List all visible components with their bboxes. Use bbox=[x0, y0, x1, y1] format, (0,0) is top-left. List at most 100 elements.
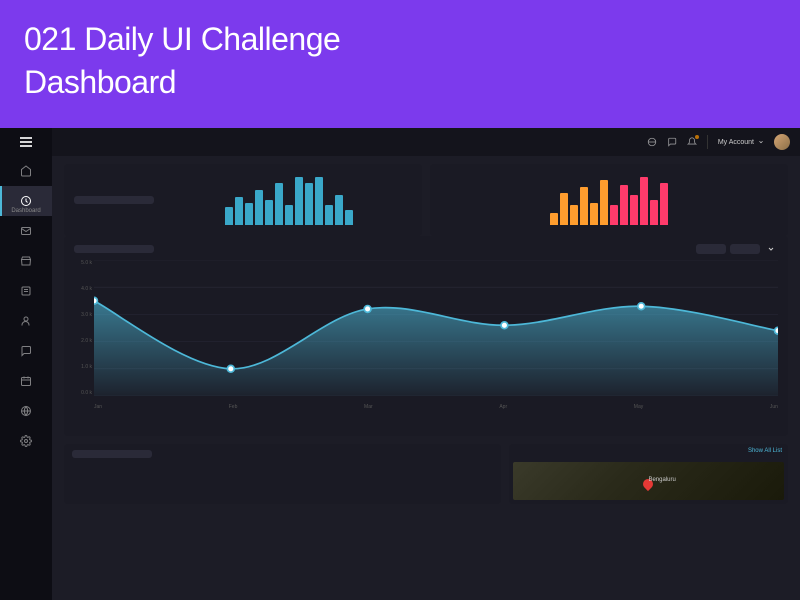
divider bbox=[707, 135, 708, 149]
x-tick: Apr bbox=[499, 404, 507, 410]
chart-title-placeholder bbox=[74, 245, 154, 253]
x-tick: Jan bbox=[94, 404, 102, 410]
y-tick: 3.0 k bbox=[74, 312, 92, 318]
bottom-title-placeholder bbox=[72, 450, 152, 458]
home-icon bbox=[20, 165, 32, 177]
x-tick: Feb bbox=[229, 404, 238, 410]
bar bbox=[570, 205, 578, 225]
map[interactable]: Bengaluru bbox=[513, 462, 784, 500]
list-icon bbox=[20, 285, 32, 297]
notification-badge bbox=[695, 135, 699, 139]
bar bbox=[325, 205, 333, 225]
bottom-row: Show All List Bengaluru bbox=[64, 444, 788, 504]
bar bbox=[305, 183, 313, 225]
sidebar-item-inbox[interactable] bbox=[0, 216, 52, 246]
globe-icon bbox=[20, 405, 32, 417]
bar bbox=[560, 193, 568, 225]
x-tick: May bbox=[634, 404, 643, 410]
data-point[interactable] bbox=[638, 303, 645, 310]
banner-line1: 021 Daily UI Challenge bbox=[24, 21, 340, 57]
chat-icon bbox=[20, 345, 32, 357]
data-point[interactable] bbox=[364, 306, 371, 313]
hamburger-button[interactable] bbox=[0, 128, 52, 156]
dashboard-icon bbox=[20, 195, 32, 207]
chevron-down-icon bbox=[767, 245, 775, 253]
area-chart bbox=[94, 260, 778, 396]
show-list-link[interactable]: Show All List bbox=[748, 448, 782, 454]
main-chart-card: 5.0 k 4.0 k 3.0 k 2.0 k 1.0 k 0.0 k Jan Feb Mar… bbox=[64, 236, 788, 436]
bottom-card-left bbox=[64, 444, 501, 504]
bar bbox=[650, 200, 658, 225]
data-point[interactable] bbox=[775, 327, 778, 334]
language-button[interactable] bbox=[647, 137, 657, 147]
bar bbox=[225, 207, 233, 225]
y-axis: 5.0 k 4.0 k 3.0 k 2.0 k 1.0 k 0.0 k bbox=[74, 260, 92, 396]
calendar-icon bbox=[20, 375, 32, 387]
data-point[interactable] bbox=[94, 297, 97, 304]
store-icon bbox=[20, 255, 32, 267]
mini-bar-chart-2 bbox=[440, 175, 778, 225]
bar bbox=[600, 180, 608, 225]
y-tick: 2.0 k bbox=[74, 338, 92, 344]
stat-card-2 bbox=[430, 164, 788, 236]
user-icon bbox=[20, 315, 32, 327]
messages-button[interactable] bbox=[667, 137, 677, 147]
sidebar-item-users[interactable] bbox=[0, 306, 52, 336]
main-area: My Account bbox=[52, 128, 800, 600]
bar bbox=[315, 177, 323, 225]
banner: 021 Daily UI Challenge Dashboard bbox=[0, 0, 800, 128]
data-point[interactable] bbox=[501, 322, 508, 329]
topbar: My Account bbox=[52, 128, 800, 156]
gear-icon bbox=[20, 435, 32, 447]
banner-title: 021 Daily UI Challenge Dashboard bbox=[24, 18, 776, 104]
bar bbox=[235, 197, 243, 225]
bar bbox=[245, 203, 253, 225]
bar bbox=[285, 205, 293, 225]
sidebar-item-orders[interactable] bbox=[0, 276, 52, 306]
bar bbox=[660, 183, 668, 225]
y-tick: 5.0 k bbox=[74, 260, 92, 266]
globe-icon bbox=[647, 137, 657, 147]
bar bbox=[335, 195, 343, 225]
y-tick: 4.0 k bbox=[74, 286, 92, 292]
banner-line2: Dashboard bbox=[24, 64, 176, 100]
chart-option-2[interactable] bbox=[730, 244, 760, 254]
sidebar-item-chat[interactable] bbox=[0, 336, 52, 366]
bar bbox=[580, 187, 588, 225]
bar bbox=[630, 195, 638, 225]
chart-expand-button[interactable] bbox=[764, 244, 778, 254]
map-card: Show All List Bengaluru bbox=[509, 444, 788, 504]
chat-icon bbox=[667, 137, 677, 147]
stat-card-1 bbox=[64, 164, 422, 236]
sidebar-item-products[interactable] bbox=[0, 246, 52, 276]
bar bbox=[550, 213, 558, 225]
sidebar-item-dashboard[interactable]: Dashboard bbox=[0, 186, 52, 216]
bar bbox=[295, 177, 303, 225]
bar bbox=[275, 183, 283, 225]
sidebar-item-home[interactable] bbox=[0, 156, 52, 186]
bar bbox=[610, 205, 618, 225]
x-tick: Mar bbox=[364, 404, 373, 410]
chart-option-1[interactable] bbox=[696, 244, 726, 254]
sidebar: Dashboard bbox=[0, 128, 52, 600]
y-tick: 0.0 k bbox=[74, 390, 92, 396]
chart-controls bbox=[696, 244, 778, 254]
y-tick: 1.0 k bbox=[74, 364, 92, 370]
account-dropdown[interactable]: My Account bbox=[718, 139, 764, 146]
inbox-icon bbox=[20, 225, 32, 237]
bar bbox=[640, 177, 648, 225]
app-shell: Dashboard bbox=[0, 128, 800, 600]
x-axis: JanFebMarAprMayJun bbox=[94, 404, 778, 410]
notifications-button[interactable] bbox=[687, 137, 697, 147]
account-label: My Account bbox=[718, 139, 754, 146]
bar bbox=[590, 203, 598, 225]
bar bbox=[345, 210, 353, 225]
data-point[interactable] bbox=[227, 365, 234, 372]
sidebar-item-calendar[interactable] bbox=[0, 366, 52, 396]
chevron-down-icon bbox=[758, 139, 764, 145]
sidebar-item-settings[interactable] bbox=[0, 426, 52, 456]
avatar[interactable] bbox=[774, 134, 790, 150]
mini-bar-chart-1 bbox=[166, 175, 412, 225]
sidebar-item-label: Dashboard bbox=[11, 208, 40, 214]
sidebar-item-globe[interactable] bbox=[0, 396, 52, 426]
